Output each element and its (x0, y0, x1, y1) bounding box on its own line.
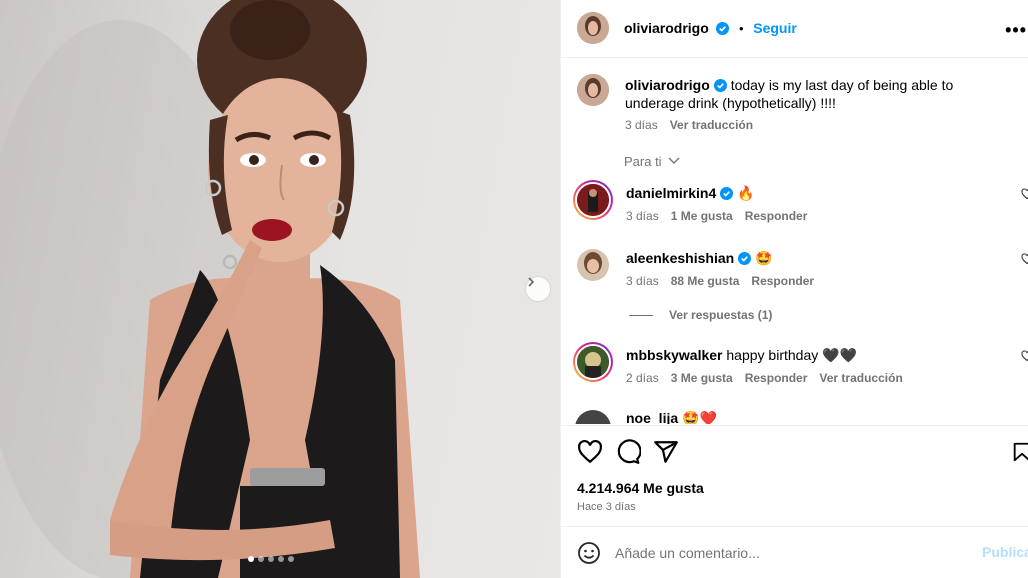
commenter-avatar[interactable] (573, 245, 613, 285)
comment-text: 🔥 (737, 185, 755, 201)
comment-text: 🤩❤️ (682, 410, 717, 424)
chevron-down-icon (668, 157, 680, 164)
carousel-dot (288, 556, 294, 562)
caption-translate-link[interactable]: Ver traducción (670, 118, 753, 132)
post-photo[interactable] (0, 0, 560, 578)
follow-button[interactable]: Seguir (753, 20, 797, 36)
caption-text-block: oliviarodrigo today is my last day of be… (625, 76, 1015, 112)
carousel-dot (248, 556, 254, 562)
caption-username[interactable]: oliviarodrigo (625, 77, 710, 93)
comment-username[interactable]: mbbskywalker (626, 347, 723, 363)
commenter-avatar[interactable] (573, 180, 613, 220)
view-replies-button[interactable]: Ver respuestas (1) (629, 308, 772, 322)
post-comment-button[interactable]: Publicar (982, 544, 1028, 560)
comment-time: 2 días (626, 371, 659, 385)
save-icon[interactable] (1011, 439, 1028, 465)
comment-text: happy birthday 🖤🖤 (726, 347, 857, 363)
comment-line: danielmirkin4 🔥 (626, 185, 755, 202)
share-icon[interactable] (653, 439, 679, 465)
post-image (0, 0, 420, 578)
carousel-indicator (248, 556, 294, 562)
comment-username[interactable]: danielmirkin4 (626, 185, 716, 201)
translate-link[interactable]: Ver traducción (819, 371, 902, 385)
commenter-avatar[interactable] (575, 410, 611, 424)
post-time: Hace 3 días (577, 501, 636, 513)
comment-likes[interactable]: 1 Me gusta (671, 209, 733, 223)
verified-icon (738, 252, 752, 265)
comments-filter-dropdown[interactable]: Para ti (624, 154, 680, 169)
comment-item-partial: noe_lija 🤩❤️ (573, 404, 1028, 424)
post-side-panel: oliviarodrigo • Seguir ••• oliviarodrigo… (560, 0, 1028, 578)
heart-icon[interactable] (577, 439, 603, 465)
next-slide-button[interactable] (526, 277, 550, 301)
caption-meta: 3 días Ver traducción (625, 118, 753, 132)
carousel-dot (268, 556, 274, 562)
chevron-right-icon (528, 277, 535, 287)
comments-filter-label: Para ti (624, 154, 662, 169)
verified-icon (713, 79, 727, 92)
comment-item: aleenkeshishian 🤩 3 días 88 Me gusta Res… (573, 245, 1028, 295)
likes-count[interactable]: 4.214.964 Me gusta (577, 480, 704, 496)
comment-item: danielmirkin4 🔥 3 días 1 Me gusta Respon… (573, 180, 1028, 230)
view-replies-label: Ver respuestas (1) (669, 308, 773, 322)
comment-likes[interactable]: 3 Me gusta (671, 371, 733, 385)
comment-line: noe_lija 🤩❤️ (626, 410, 717, 424)
reply-button[interactable]: Responder (745, 371, 808, 385)
comment-text: 🤩 (755, 250, 773, 266)
comment-input[interactable] (615, 541, 955, 565)
comment-time: 3 días (626, 209, 659, 223)
comment-item: mbbskywalker happy birthday 🖤🖤 2 días 3 … (573, 342, 1028, 392)
comment-meta: 3 días 88 Me gusta Responder (626, 274, 814, 288)
reply-button[interactable]: Responder (751, 274, 814, 288)
comment-line: aleenkeshishian 🤩 (626, 250, 773, 267)
verified-icon (720, 187, 734, 200)
separator-dot: • (739, 21, 744, 36)
reply-button[interactable]: Responder (745, 209, 808, 223)
heart-icon[interactable] (1021, 188, 1028, 200)
comment-meta: 2 días 3 Me gusta Responder Ver traducci… (626, 371, 903, 385)
comment-line: mbbskywalker happy birthday 🖤🖤 (626, 347, 857, 364)
verified-icon (716, 22, 730, 35)
instagram-post-view: oliviarodrigo • Seguir ••• oliviarodrigo… (0, 0, 1028, 578)
heart-icon[interactable] (1021, 350, 1028, 362)
comment-username[interactable]: noe_lija (626, 410, 678, 424)
author-avatar[interactable] (577, 74, 609, 106)
carousel-dot (258, 556, 264, 562)
comment-likes[interactable]: 88 Me gusta (671, 274, 740, 288)
comment-meta: 3 días 1 Me gusta Responder (626, 209, 807, 223)
emoji-icon[interactable] (577, 541, 601, 565)
replies-divider (629, 314, 653, 316)
heart-icon[interactable] (1021, 253, 1028, 265)
comment-icon[interactable] (615, 439, 641, 465)
commenter-avatar[interactable] (573, 342, 613, 382)
comment-username[interactable]: aleenkeshishian (626, 250, 734, 266)
author-avatar[interactable] (577, 12, 609, 44)
post-header: oliviarodrigo • Seguir ••• (561, 0, 1028, 58)
author-username[interactable]: oliviarodrigo (624, 20, 709, 36)
carousel-dot (278, 556, 284, 562)
caption-time: 3 días (625, 118, 658, 132)
more-icon[interactable]: ••• (1005, 20, 1027, 41)
comment-time: 3 días (626, 274, 659, 288)
add-comment-bar: Publicar (561, 526, 1028, 578)
